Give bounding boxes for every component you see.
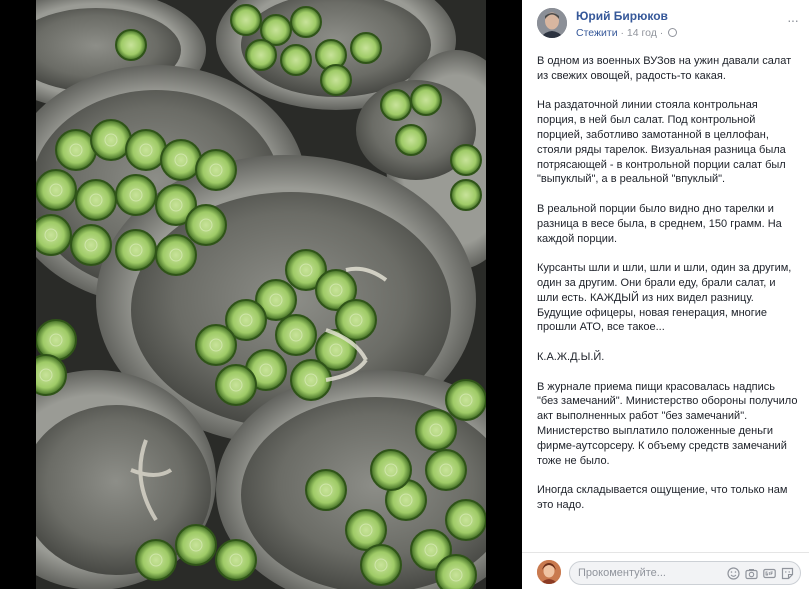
follow-link[interactable]: Стежити — [576, 27, 618, 39]
globe-icon — [668, 28, 678, 37]
comment-input[interactable] — [578, 565, 718, 581]
gif-icon[interactable] — [762, 566, 776, 580]
comment-box[interactable] — [569, 561, 801, 585]
camera-icon[interactable] — [744, 566, 758, 580]
viewer-photo — [537, 560, 561, 584]
post-photo[interactable] — [0, 0, 522, 589]
author-name[interactable]: Юрий Бирюков — [576, 9, 668, 23]
more-options-icon[interactable]: ··· — [787, 12, 799, 28]
post-text: В одном из военных ВУЗов на ужин давали … — [537, 54, 799, 528]
post-paragraph: В журнале приема пищи красовалась надпис… — [537, 380, 798, 467]
salad-plates-image — [36, 0, 486, 589]
post-paragraph: В реальной порции было видно дно тарелки… — [537, 202, 782, 245]
comment-tools — [726, 566, 794, 580]
comment-bar — [522, 552, 809, 589]
post-paragraph: К.А.Ж.Д.Ы.Й. — [537, 350, 605, 363]
viewer-avatar[interactable] — [537, 560, 561, 584]
post-paragraph: В одном из военных ВУЗов на ужин давали … — [537, 55, 792, 82]
sticker-icon[interactable] — [780, 566, 794, 580]
author-avatar[interactable] — [537, 8, 567, 38]
meta-separator: · — [620, 27, 624, 39]
post-meta: Стежити · 14 год · — [576, 27, 678, 39]
post-time[interactable]: 14 год — [627, 27, 657, 39]
meta-separator-2: · — [659, 27, 664, 39]
post-paragraph: Иногда складывается ощущение, что только… — [537, 484, 788, 511]
post-paragraph: На раздаточной линии стояла контрольная … — [537, 99, 786, 186]
post-paragraph: Курсанты шли и шли, шли и шли, один за д… — [537, 262, 792, 334]
photo-viewer: Юрий Бирюков Стежити · 14 год · ··· В од… — [0, 0, 809, 589]
author-photo — [537, 8, 567, 38]
post-side-panel: Юрий Бирюков Стежити · 14 год · ··· В од… — [522, 0, 809, 589]
emoji-icon[interactable] — [726, 566, 740, 580]
post-header: Юрий Бирюков Стежити · 14 год · ··· — [537, 8, 802, 42]
